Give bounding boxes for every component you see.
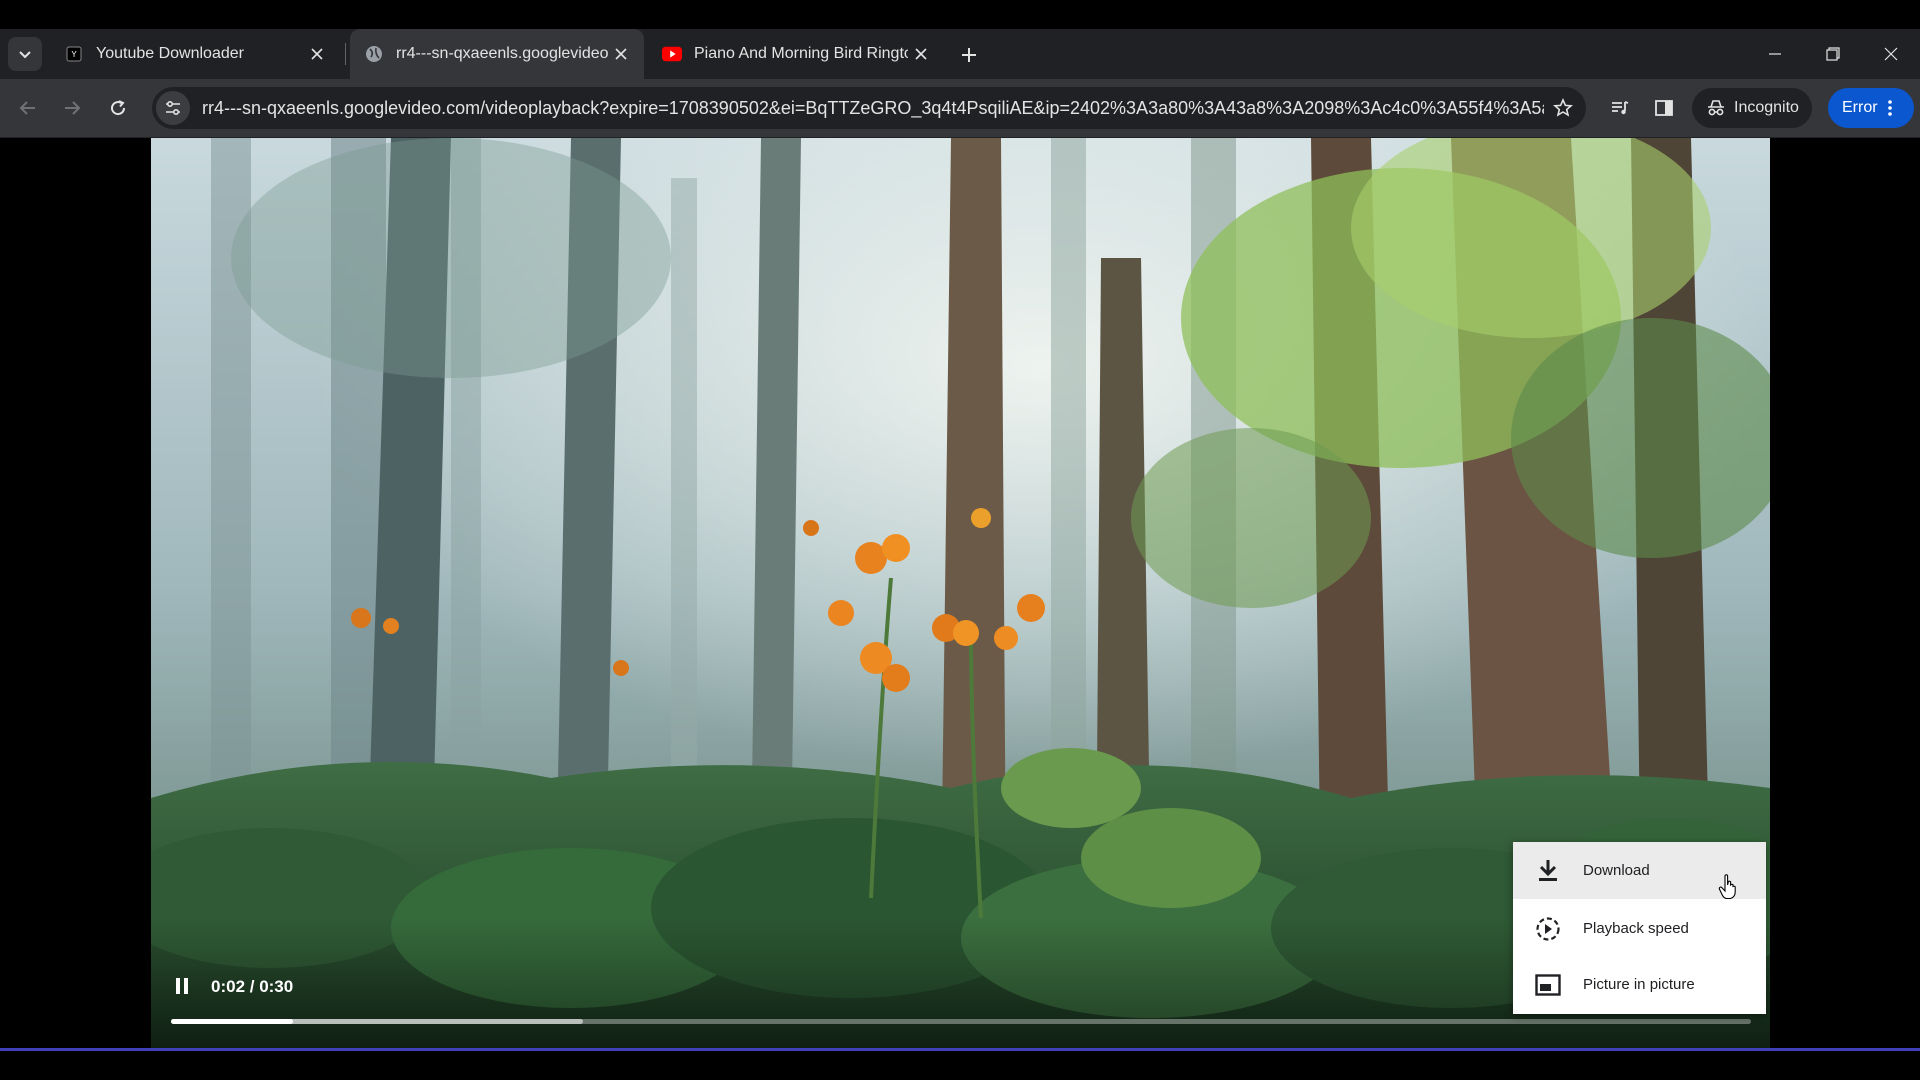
youtube-icon [662, 44, 682, 64]
more-vert-icon [1887, 100, 1892, 116]
picture-in-picture-icon [1533, 970, 1563, 1000]
menu-item-playback-speed[interactable]: Playback speed [1513, 900, 1766, 957]
tab-title: Youtube Downloader [96, 45, 244, 62]
close-icon [1884, 47, 1898, 61]
incognito-icon [1706, 99, 1726, 117]
reload-icon [111, 100, 126, 116]
window-top-edge [0, 0, 1920, 29]
media-controls-button[interactable] [1601, 89, 1639, 127]
plus-icon [962, 48, 976, 62]
close-icon[interactable] [908, 41, 934, 67]
incognito-label: Incognito [1734, 99, 1799, 116]
tab-title: rr4---sn-qxaeenls.googlevideo.c [396, 45, 608, 62]
menu-item-picture-in-picture[interactable]: Picture in picture [1513, 956, 1766, 1013]
restore-icon [1826, 47, 1840, 61]
yt-downloader-favicon: Y [64, 44, 84, 64]
reload-button[interactable] [99, 89, 137, 127]
player-overflow-menu: Download Playback speed Picture in pictu… [1513, 842, 1766, 1014]
url-text[interactable]: rr4---sn-qxaeenls.googlevideo.com/videop… [202, 98, 1544, 119]
menu-item-label: Picture in picture [1583, 976, 1695, 993]
error-menu-button[interactable]: Error [1828, 88, 1914, 128]
tab-piano-bird[interactable]: Piano And Morning Bird Rington [648, 29, 944, 79]
tab-googlevideo[interactable]: rr4---sn-qxaeenls.googlevideo.c [350, 29, 644, 79]
bookmark-button[interactable] [1544, 89, 1582, 127]
forward-button[interactable] [53, 89, 91, 127]
close-window-button[interactable] [1868, 29, 1914, 79]
tab-search-button[interactable] [8, 37, 42, 71]
arrow-left-icon [19, 101, 35, 115]
back-button[interactable] [9, 89, 47, 127]
tab-title: Piano And Morning Bird Rington [694, 45, 908, 62]
side-panel-button[interactable] [1645, 89, 1683, 127]
download-icon [1533, 856, 1563, 886]
svg-text:Y: Y [71, 50, 77, 59]
minimize-button[interactable] [1752, 29, 1798, 79]
chevron-down-icon [19, 51, 31, 59]
progress-played [171, 1019, 293, 1024]
incognito-profile-button[interactable]: Incognito [1692, 88, 1812, 128]
arrow-right-icon [65, 101, 81, 115]
progress-bar[interactable] [171, 1019, 1751, 1024]
tab-separator [345, 43, 346, 65]
page-bottom-border [0, 1048, 1920, 1051]
menu-item-label: Download [1583, 862, 1650, 879]
error-label: Error [1842, 99, 1878, 116]
globe-icon [364, 44, 384, 64]
side-panel-icon [1655, 100, 1673, 116]
menu-item-label: Playback speed [1583, 920, 1689, 937]
address-bar[interactable]: rr4---sn-qxaeenls.googlevideo.com/videop… [152, 87, 1586, 129]
new-tab-button[interactable] [953, 39, 985, 71]
playback-speed-icon [1533, 914, 1563, 944]
close-icon[interactable] [608, 41, 634, 67]
tune-icon [166, 100, 180, 116]
hand-cursor-icon [1718, 874, 1736, 900]
close-icon[interactable] [304, 41, 330, 67]
media-queue-icon [1612, 101, 1629, 115]
minimize-icon [1769, 53, 1781, 55]
star-icon [1553, 98, 1573, 117]
pause-icon [176, 978, 188, 994]
pause-button[interactable] [171, 974, 193, 998]
tab-youtube-downloader[interactable]: Y Youtube Downloader [50, 29, 340, 79]
time-display: 0:02 / 0:30 [211, 977, 294, 996]
site-info-button[interactable] [156, 91, 190, 125]
restore-button[interactable] [1810, 29, 1856, 79]
